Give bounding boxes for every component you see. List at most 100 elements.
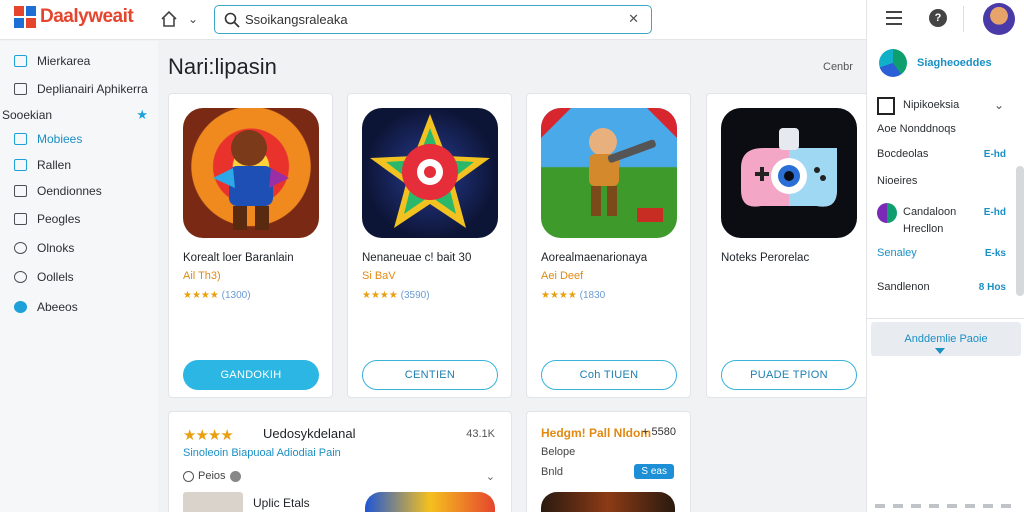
app-meta: Aei Deef (541, 270, 584, 282)
app-action-button[interactable]: Coh TIUEN (541, 360, 677, 390)
panel-row-value: E-hd (983, 149, 1006, 160)
app-meta: Ail Th3) (183, 270, 221, 282)
app-rating: ★★★★ (3590) (362, 290, 430, 301)
status-badge[interactable]: S eas (634, 464, 674, 479)
app-action-button[interactable]: PUADE TPION (721, 360, 857, 390)
search-icon (224, 12, 240, 28)
sidebar-item-label: Sooekian (2, 108, 53, 122)
rating-stars: ★★★★ (183, 427, 234, 444)
featured-link[interactable]: Sinoleoin Biapuoal Adiodiai Pain (183, 447, 341, 459)
panel-row-label[interactable]: Nipikoeksia (903, 99, 959, 111)
sidebar-item-5[interactable]: Oendionnes (14, 181, 154, 201)
app-card[interactable]: Aorealmaenarionaya Aei Deef ★★★★ (1830 C… (526, 93, 691, 398)
search-bar[interactable]: ✕ (214, 5, 652, 34)
rating-count: (1300) (221, 290, 251, 301)
app-logo[interactable]: Daalyweait (14, 6, 134, 28)
logo-mark-icon (14, 6, 36, 28)
box-icon (14, 55, 27, 67)
app-title[interactable]: Nenaneuae c! bait 30 (362, 252, 471, 264)
panel-header[interactable]: Siagheoeddes (879, 49, 992, 77)
app-thumbnail[interactable] (365, 492, 495, 512)
app-meta: Si BaV (362, 270, 396, 282)
panel-row-label[interactable]: Sandlenon (877, 281, 930, 293)
sidebar-item-7[interactable]: Olnoks (14, 238, 154, 258)
center-link[interactable]: Cenbr (823, 61, 853, 73)
hamburger-menu-icon[interactable] (886, 11, 902, 25)
page-title: Nari:lipasin (168, 54, 277, 79)
avatar[interactable] (183, 492, 243, 512)
sidebar-item-4[interactable]: Rallen (14, 155, 154, 175)
chevron-down-icon[interactable]: ⌄ (486, 470, 495, 483)
app-title[interactable]: Noteks Perorelac (721, 252, 809, 264)
featured-name[interactable]: Uplic Etals (253, 496, 310, 510)
app-card[interactable]: Noteks Perorelac PUADE TPION (706, 93, 871, 398)
panel-row-label[interactable]: Candaloon (903, 206, 956, 218)
sidebar-item-label: Rallen (37, 158, 72, 172)
chevron-down-icon[interactable]: ⌄ (994, 98, 1004, 112)
promo-brand: Bnld (541, 466, 564, 478)
mouse-cursor-icon (935, 348, 945, 354)
price-label: Peios (198, 470, 226, 482)
promo-card[interactable]: Hedgm! Pall Nldom + 5580 Belope Bnld S e… (526, 411, 691, 512)
app-action-button[interactable]: GANDOKIH (183, 360, 319, 390)
panel-cta-button[interactable]: Anddemlie Paoie (871, 322, 1021, 356)
divider (963, 6, 964, 32)
sidebar-item-1[interactable]: Deplianairi Aphikerra (14, 79, 154, 99)
app-thumbnail[interactable] (362, 108, 498, 238)
sidebar-item-8[interactable]: Oollels (14, 267, 154, 287)
panel-row-label[interactable]: Bocdeolas (877, 148, 928, 160)
sidebar-item-label: Mierkarea (37, 54, 91, 68)
chevron-down-icon[interactable]: ⌄ (188, 12, 198, 26)
clear-icon[interactable]: ✕ (628, 11, 639, 27)
user-avatar[interactable] (983, 3, 1015, 35)
app-title[interactable]: Korealt loer Baranlain (183, 252, 294, 264)
sidebar-item-0[interactable]: Mierkarea (14, 51, 154, 71)
app-thumbnail[interactable] (541, 492, 675, 512)
sidebar-item-6[interactable]: Peogles (14, 209, 154, 229)
featured-title[interactable]: Uedosykdelanal (263, 426, 356, 441)
location-icon (14, 301, 27, 313)
featured-card[interactable]: ★★★★ Uedosykdelanal 43.1K Sinoleoin Biap… (168, 411, 512, 512)
panel-header-label: Siagheoeddes (917, 57, 992, 69)
panel-row-label[interactable]: Aoe Nonddnoqs (877, 123, 956, 135)
grid-icon (14, 159, 27, 171)
app-thumbnail[interactable] (541, 108, 677, 238)
panel-row-label[interactable]: Senaley (877, 247, 917, 259)
home-icon[interactable] (160, 10, 178, 28)
help-icon[interactable]: ? (929, 9, 947, 27)
clock-icon (183, 470, 194, 482)
price-row: Peios (183, 470, 241, 482)
scrollbar[interactable] (1016, 166, 1024, 296)
promo-title[interactable]: Hedgm! Pall Nldom (541, 426, 651, 440)
app-title[interactable]: Aorealmaenarionaya (541, 252, 647, 264)
search-input[interactable] (245, 10, 625, 28)
sidebar-item-label: Oendionnes (37, 184, 102, 198)
people-icon (14, 213, 27, 225)
app-thumbnail[interactable] (721, 108, 857, 238)
sidebar-item-3[interactable]: Mobiees (14, 129, 154, 149)
logo-text: Daalyweait (40, 6, 134, 27)
panel-footer-dashes (875, 504, 1015, 508)
folder-icon (14, 185, 27, 197)
app-logo-icon (879, 49, 907, 77)
star-icon[interactable]: ★ (136, 107, 148, 123)
info-icon (229, 470, 241, 482)
divider (867, 318, 1024, 319)
panel-row-label[interactable]: Hrecllon (903, 223, 943, 235)
rating-stars: ★★★★ (362, 290, 398, 301)
panel-row-label[interactable]: Nioeires (877, 175, 917, 187)
app-card[interactable]: Nenaneuae c! bait 30 Si BaV ★★★★ (3590) … (347, 93, 512, 398)
app-icon (877, 97, 895, 115)
app-card[interactable]: Korealt loer Baranlain Ail Th3) ★★★★ (13… (168, 93, 333, 398)
rating-count: (3590) (400, 290, 430, 301)
sidebar-item-9[interactable]: Abeeos (14, 297, 154, 317)
sidebar-item-label: Deplianairi Aphikerra (37, 82, 148, 96)
app-thumbnail[interactable] (183, 108, 319, 238)
sidebar-item-label: Olnoks (37, 241, 75, 255)
panel-row-value: E-hd (983, 207, 1006, 218)
sidebar-item-label: Mobiees (37, 132, 83, 146)
sidebar-item-2[interactable]: Sooekian ★ (2, 105, 154, 125)
app-action-button[interactable]: CENTIEN (362, 360, 498, 390)
app-rating: ★★★★ (1830 (541, 290, 605, 301)
panel-row-value: 8 Hos (978, 282, 1006, 293)
